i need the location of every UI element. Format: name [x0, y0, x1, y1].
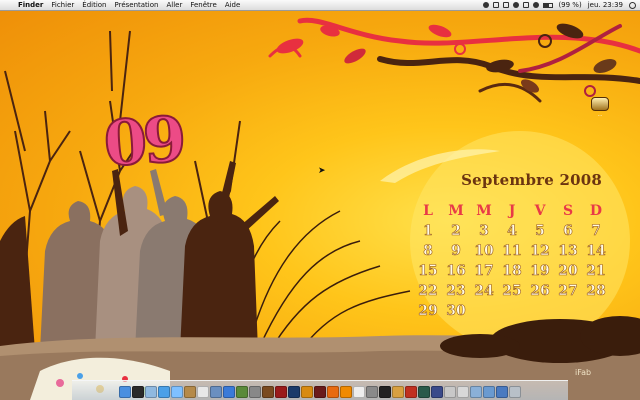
calendar-day: 27: [558, 283, 578, 300]
bluetooth-icon[interactable]: [513, 2, 520, 8]
safari-icon[interactable]: [158, 386, 170, 398]
fireworks-icon[interactable]: [314, 386, 326, 398]
calendar-month-title: Septembre 2008: [461, 171, 602, 189]
calendar-day: 2: [451, 223, 461, 240]
calendar-day: 28: [586, 283, 606, 300]
utilities-icon[interactable]: [457, 386, 469, 398]
calendar-day: 26: [530, 283, 550, 300]
calendar-day: 5: [535, 223, 545, 240]
menu-clock[interactable]: jeu. 23:39: [585, 0, 626, 11]
calendar-weekday-header: M: [448, 203, 464, 219]
calendar-day: 1: [423, 223, 433, 240]
calendar-day: 30: [446, 303, 466, 320]
ichat-icon[interactable]: [171, 386, 183, 398]
display-icon[interactable]: [493, 2, 500, 8]
calendar-day: 29: [418, 303, 438, 320]
calendar-day: 20: [558, 263, 578, 280]
calendar-day: 14: [586, 243, 606, 260]
calendar-day: 19: [530, 263, 550, 280]
calendar-weekday-header: S: [562, 203, 574, 219]
imovie-icon[interactable]: [249, 386, 261, 398]
photoshop-icon[interactable]: [288, 386, 300, 398]
timemachine-menu-icon[interactable]: [503, 2, 510, 8]
calendar-weekday-header: D: [589, 203, 603, 219]
dock: [72, 380, 568, 400]
calendar-weekday-header: M: [476, 203, 492, 219]
airport-wifi-icon[interactable]: [523, 2, 530, 8]
ical-icon[interactable]: [197, 386, 209, 398]
calendar-day: 7: [591, 223, 601, 240]
crowd-silhouettes: [0, 161, 279, 351]
calendar-weekday-header: L: [423, 203, 433, 219]
calendar-day: 4: [507, 223, 517, 240]
battery-icon[interactable]: [543, 2, 554, 8]
calendar-day: 25: [502, 283, 522, 300]
preview-icon[interactable]: [210, 386, 222, 398]
spaces-icon[interactable]: [431, 386, 443, 398]
flash-icon[interactable]: [275, 386, 287, 398]
downloads-icon[interactable]: [470, 386, 482, 398]
terminal-icon[interactable]: [379, 386, 391, 398]
mouse-cursor-icon: ➤: [318, 166, 326, 176]
calendar-day: 3: [479, 223, 489, 240]
iphoto-icon[interactable]: [236, 386, 248, 398]
textedit-icon[interactable]: [353, 386, 365, 398]
itunes-icon[interactable]: [223, 386, 235, 398]
menu-bar: Finder Fichier Édition Présentation Alle…: [0, 0, 640, 11]
bridge-icon[interactable]: [262, 386, 274, 398]
menu-finder[interactable]: Finder: [14, 0, 47, 11]
menu-fichier[interactable]: Fichier: [47, 0, 78, 11]
timemachine-icon[interactable]: [418, 386, 430, 398]
menu-edition[interactable]: Édition: [78, 0, 110, 11]
calendar-day: 11: [502, 243, 522, 260]
calendar-day: 18: [502, 263, 522, 280]
cyberduck-icon[interactable]: [444, 386, 456, 398]
firefox-icon[interactable]: [327, 386, 339, 398]
menu-presentation[interactable]: Présentation: [111, 0, 163, 11]
calendar-day: 17: [474, 263, 494, 280]
calendar-day: 8: [423, 243, 433, 260]
calendar-weekday-header: V: [534, 203, 546, 219]
calendar-day: 10: [474, 243, 494, 260]
menu-extras: (99 %) jeu. 23:39: [481, 0, 640, 11]
calendar-day: 22: [418, 283, 438, 300]
battery-percent[interactable]: (99 %): [555, 0, 584, 11]
desktop-file-icon[interactable]: ...: [589, 97, 611, 118]
calendar-day: 24: [474, 283, 494, 300]
menu-aller[interactable]: Aller: [162, 0, 186, 11]
vlc-icon[interactable]: [340, 386, 352, 398]
calendar-day: 9: [451, 243, 461, 260]
illustrator-icon[interactable]: [301, 386, 313, 398]
transmit-icon[interactable]: [392, 386, 404, 398]
address-book-icon[interactable]: [184, 386, 196, 398]
menu-fenetre[interactable]: Fenêtre: [186, 0, 220, 11]
ifab-watermark: iFab: [575, 368, 592, 377]
desktop-icon-label[interactable]: ...: [589, 112, 611, 118]
calendar-day: 16: [446, 263, 466, 280]
applications-icon[interactable]: [496, 386, 508, 398]
calendar-day: 6: [563, 223, 573, 240]
calendar-grid: L M M J V S D 1 2 3 4 5 6 7 8 9 10 11 12 13 14 15 16 17 18 19 20 21…: [414, 203, 614, 323]
spotlight-search-icon[interactable]: [629, 1, 636, 9]
status-dot-icon[interactable]: [483, 2, 490, 8]
dashboard-icon[interactable]: [132, 386, 144, 398]
documents-icon[interactable]: [483, 386, 495, 398]
finder-icon[interactable]: [119, 386, 131, 398]
volume-icon[interactable]: [533, 2, 540, 8]
calendar-day: 12: [530, 243, 550, 260]
big-day-number: 09: [101, 101, 186, 181]
system-preferences-icon[interactable]: [366, 386, 378, 398]
calendar-day: 15: [418, 263, 438, 280]
toolbox-icon[interactable]: [405, 386, 417, 398]
calendar-weekday-header: J: [508, 203, 516, 219]
desktop-wallpaper: 09 Septembre 2008 L M M J V S D 1 2 3 4 5 6 7 8 9 10 11 12…: [0, 11, 640, 400]
calendar-day: 21: [586, 263, 606, 280]
trash-icon[interactable]: [509, 386, 521, 398]
calendar-widget: Septembre 2008 L M M J V S D 1 2 3 4 5 6 7 8 9 10 11 12 13 1…: [414, 171, 614, 323]
menu-aide[interactable]: Aide: [221, 0, 244, 11]
calendar-day: 13: [558, 243, 578, 260]
hamburger-app-icon[interactable]: [591, 97, 609, 111]
mail-icon[interactable]: [145, 386, 157, 398]
calendar-day: 23: [446, 283, 466, 300]
